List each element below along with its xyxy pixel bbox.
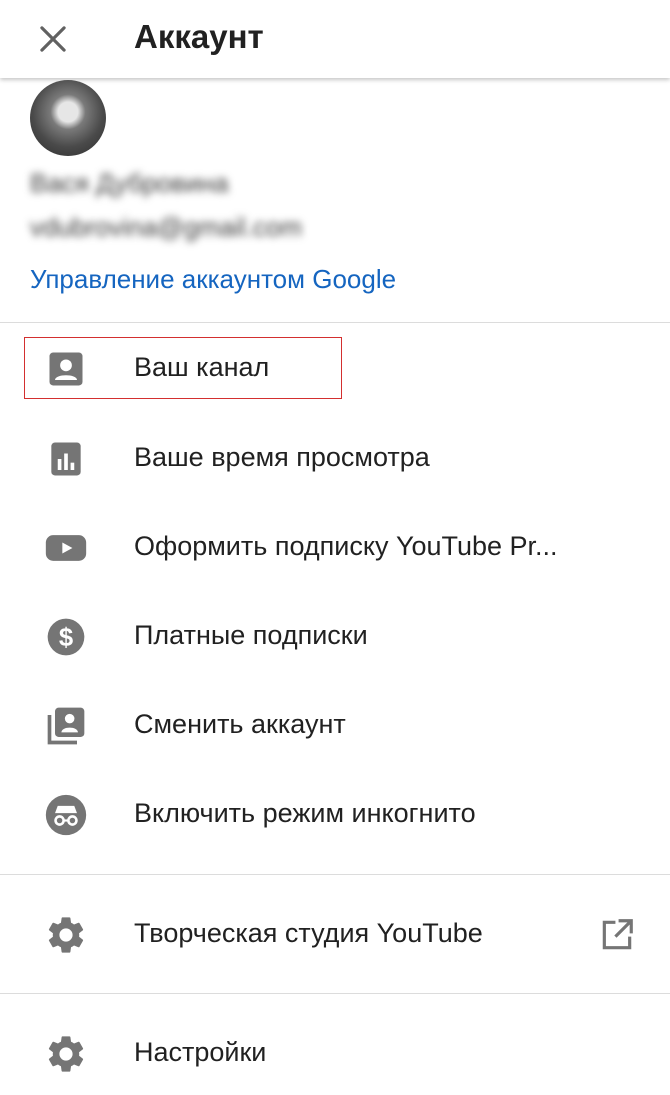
divider bbox=[0, 322, 670, 323]
account-email: vdubrovina@gmail.com bbox=[30, 212, 303, 242]
menu-item-watch-time[interactable]: Ваше время просмотра bbox=[0, 418, 670, 500]
menu-item-label: Сменить аккаунт bbox=[134, 709, 346, 739]
menu-item-label: Настройки bbox=[134, 1037, 267, 1067]
open-external-icon bbox=[602, 919, 633, 950]
menu-item-label: Включить режим инкогнито bbox=[134, 798, 476, 828]
menu-item-label: Оформить подписку YouTube Pr... bbox=[134, 531, 558, 561]
menu-item-paid-subscriptions[interactable]: $ Платные подписки bbox=[0, 596, 670, 678]
gear-icon bbox=[48, 917, 84, 953]
close-icon[interactable] bbox=[34, 20, 72, 58]
menu-item-switch-account[interactable]: Сменить аккаунт bbox=[0, 685, 670, 767]
incognito-icon bbox=[45, 794, 87, 836]
account-box-icon bbox=[49, 352, 83, 386]
menu-item-label: Творческая студия YouTube bbox=[134, 918, 483, 948]
svg-text:$: $ bbox=[59, 624, 73, 652]
account-name: Вася Дубровина bbox=[30, 168, 229, 198]
menu-item-label: Платные подписки bbox=[134, 620, 368, 650]
menu-item-incognito[interactable]: Включить режим инкогнито bbox=[0, 774, 670, 856]
gear-icon bbox=[48, 1036, 84, 1072]
switch-account-icon bbox=[47, 707, 85, 745]
menu-item-label: Ваш канал bbox=[134, 352, 270, 382]
menu-item-youtube-studio[interactable]: Творческая студия YouTube bbox=[0, 894, 670, 976]
menu-item-youtube-premium[interactable]: Оформить подписку YouTube Pr... bbox=[0, 507, 670, 589]
dollar-circle-icon: $ bbox=[47, 618, 85, 656]
divider bbox=[0, 993, 670, 994]
menu-item-settings[interactable]: Настройки bbox=[0, 1013, 670, 1095]
avatar[interactable] bbox=[30, 80, 106, 156]
divider bbox=[0, 874, 670, 875]
menu-item-your-channel[interactable]: Ваш канал bbox=[0, 328, 670, 410]
manage-google-account-link[interactable]: Управление аккаунтом Google bbox=[30, 264, 396, 295]
app-header: Аккаунт bbox=[0, 0, 670, 78]
page-title: Аккаунт bbox=[134, 18, 264, 55]
menu-item-label: Ваше время просмотра bbox=[134, 442, 430, 472]
bar-chart-icon bbox=[51, 442, 81, 476]
youtube-play-icon bbox=[45, 535, 87, 561]
